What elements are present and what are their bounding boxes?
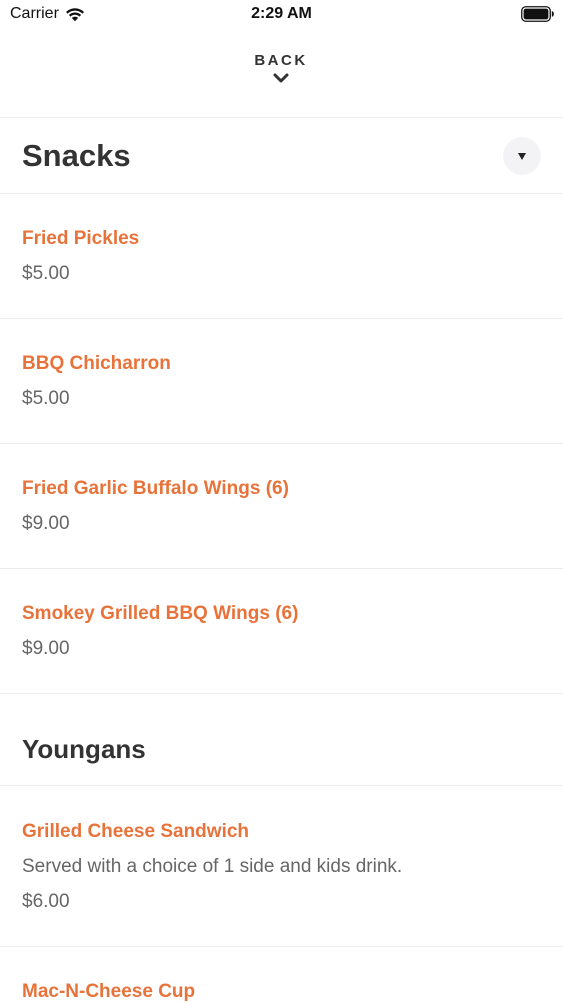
item-name: BBQ Chicharron — [22, 353, 171, 374]
section-title: Snacks — [22, 138, 131, 173]
menu-item[interactable]: Smokey Grilled BBQ Wings (6) $9.00 — [0, 569, 563, 694]
status-bar: Carrier 2:29 AM — [0, 0, 563, 30]
caret-down-icon — [518, 152, 526, 160]
back-button[interactable]: BACK — [231, 52, 331, 102]
section-title: Youngans — [22, 734, 146, 764]
section-header-snacks: Snacks — [0, 118, 563, 194]
item-name: Smokey Grilled BBQ Wings (6) — [22, 603, 299, 624]
menu-item[interactable]: Fried Garlic Buffalo Wings (6) $9.00 — [0, 444, 563, 569]
item-price: $5.00 — [22, 263, 70, 284]
battery-full-icon — [521, 6, 555, 22]
item-name: Fried Garlic Buffalo Wings (6) — [22, 478, 289, 499]
item-name: Grilled Cheese Sandwich — [22, 821, 250, 842]
menu-item[interactable]: Mac-N-Cheese Cup — [0, 947, 563, 1002]
chevron-down-icon — [272, 71, 290, 85]
item-price: $6.00 — [22, 891, 70, 912]
menu-item[interactable]: Fried Pickles $5.00 — [0, 194, 563, 319]
back-header: BACK — [0, 30, 563, 118]
item-price: $9.00 — [22, 638, 70, 659]
menu-item[interactable]: Grilled Cheese Sandwich Served with a ch… — [0, 786, 563, 947]
back-label: BACK — [254, 52, 308, 69]
menu-item[interactable]: BBQ Chicharron $5.00 — [0, 319, 563, 444]
item-price: $9.00 — [22, 513, 70, 534]
collapse-toggle-button[interactable] — [503, 137, 541, 175]
item-description: Served with a choice of 1 side and kids … — [22, 856, 403, 877]
section-header-youngans: Youngans — [0, 694, 563, 786]
item-price: $5.00 — [22, 388, 70, 409]
item-name: Fried Pickles — [22, 228, 140, 249]
status-time: 2:29 AM — [251, 5, 312, 22]
